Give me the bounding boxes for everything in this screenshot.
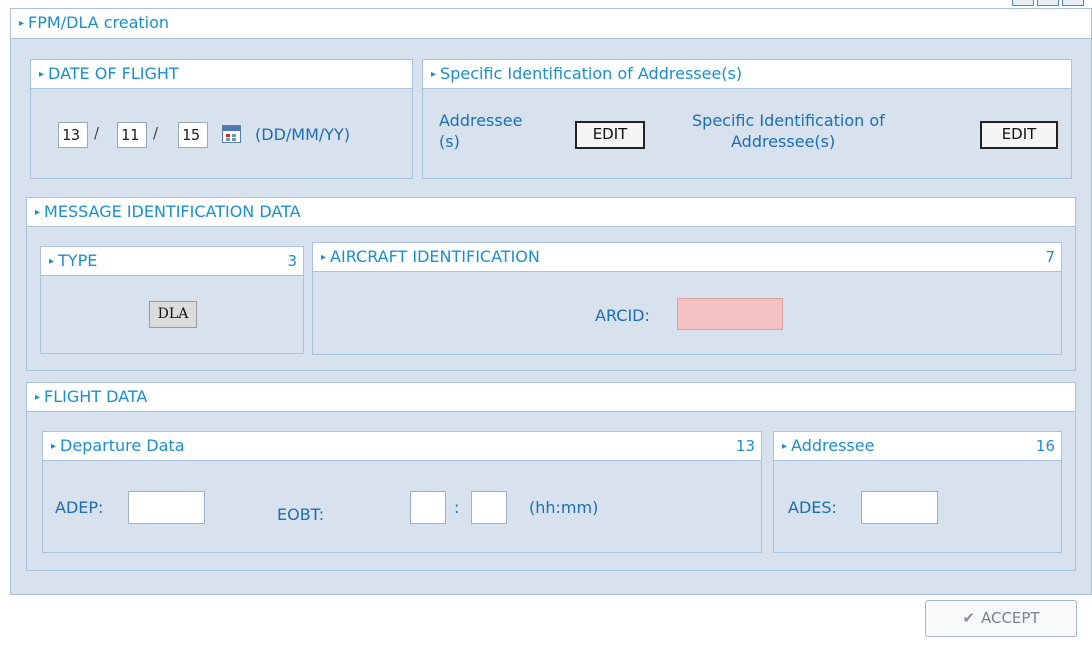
- accept-button[interactable]: ✔ ACCEPT: [925, 600, 1077, 637]
- aircraft-identification-panel: ▸ AIRCRAFT IDENTIFICATION 7 ARCID:: [312, 242, 1062, 355]
- eobt-format-label: (hh:mm): [529, 498, 599, 517]
- day-field[interactable]: 13: [58, 122, 88, 148]
- date-format-label: (DD/MM/YY): [255, 125, 351, 144]
- destination-field-number: 16: [1035, 437, 1055, 455]
- type-header: ▸ TYPE 3: [41, 247, 303, 276]
- addressee-label-line2: (s): [439, 132, 460, 151]
- type-field-number: 3: [287, 252, 297, 270]
- flight-data-title: FLIGHT DATA: [44, 387, 148, 406]
- departure-field-number: 13: [735, 437, 755, 455]
- chevron-right-icon: ▸: [431, 69, 437, 80]
- chevron-right-icon: ▸: [35, 392, 41, 403]
- chevron-right-icon: ▸: [35, 207, 41, 218]
- aircraft-identification-header: ▸ AIRCRAFT IDENTIFICATION 7: [313, 243, 1061, 272]
- departure-data-header: ▸ Departure Data 13: [43, 432, 761, 461]
- chevron-right-icon: ▸: [321, 252, 327, 263]
- adep-label: ADEP:: [55, 498, 104, 517]
- eobt-hours-input[interactable]: [410, 491, 446, 524]
- chevron-right-icon: ▸: [782, 441, 788, 452]
- destination-panel: ▸ Addressee 16 ADES:: [773, 431, 1062, 553]
- eobt-minutes-input[interactable]: [471, 491, 507, 524]
- addressee-label-line1: Addressee: [439, 111, 523, 130]
- chevron-right-icon: ▸: [19, 18, 25, 29]
- window-header: ▸ FPM/DLA creation: [11, 9, 1091, 39]
- arcid-label: ARCID:: [595, 306, 650, 325]
- type-panel: ▸ TYPE 3 DLA: [40, 246, 304, 354]
- edit-addressee-button[interactable]: EDIT: [575, 121, 645, 149]
- addressees-title: Specific Identification of Addressee(s): [440, 64, 743, 83]
- ades-label: ADES:: [788, 498, 837, 517]
- arcid-input[interactable]: [677, 298, 783, 330]
- chevron-right-icon: ▸: [51, 441, 57, 452]
- year-field[interactable]: 15: [178, 122, 208, 148]
- ades-input[interactable]: [861, 491, 938, 524]
- aircraft-field-number: 7: [1045, 248, 1055, 266]
- departure-data-title: Departure Data: [60, 436, 185, 455]
- aircraft-identification-title: AIRCRAFT IDENTIFICATION: [330, 247, 540, 266]
- specific-id-label-line2: Addressee(s): [731, 132, 836, 151]
- eobt-colon: :: [454, 498, 460, 517]
- edit-specific-id-button[interactable]: EDIT: [980, 121, 1058, 149]
- departure-data-panel: ▸ Departure Data 13 ADEP: EOBT: : (hh:mm): [42, 431, 762, 553]
- window-button-1[interactable]: [1012, 0, 1034, 6]
- window-title: FPM/DLA creation: [28, 13, 170, 32]
- message-identification-header: ▸ MESSAGE IDENTIFICATION DATA: [27, 198, 1075, 227]
- adep-input[interactable]: [128, 491, 205, 524]
- destination-title: Addressee: [791, 436, 875, 455]
- destination-header: ▸ Addressee 16: [774, 432, 1061, 461]
- date-separator: /: [153, 124, 159, 142]
- type-title: TYPE: [58, 251, 98, 270]
- specific-id-label-line1: Specific Identification of: [692, 111, 885, 130]
- month-field[interactable]: 11: [117, 122, 147, 148]
- addressees-header: ▸ Specific Identification of Addressee(s): [423, 60, 1071, 89]
- window-button-2[interactable]: [1037, 0, 1059, 6]
- window-button-3[interactable]: [1062, 0, 1084, 6]
- chevron-right-icon: ▸: [49, 256, 55, 267]
- eobt-label: EOBT:: [277, 505, 325, 524]
- accept-label: ACCEPT: [980, 609, 1040, 627]
- addressees-panel: ▸ Specific Identification of Addressee(s)…: [422, 59, 1072, 179]
- check-icon: ✔: [962, 609, 975, 627]
- date-separator: /: [94, 124, 100, 142]
- date-of-flight-header: ▸ DATE OF FLIGHT: [31, 60, 412, 89]
- date-of-flight-panel: ▸ DATE OF FLIGHT 13 / 11 / 15 (DD/MM/YY): [30, 59, 413, 179]
- calendar-icon[interactable]: [222, 125, 241, 143]
- date-of-flight-title: DATE OF FLIGHT: [48, 64, 179, 83]
- chevron-right-icon: ▸: [39, 69, 45, 80]
- flight-data-header: ▸ FLIGHT DATA: [27, 383, 1075, 412]
- type-value-button[interactable]: DLA: [149, 301, 197, 328]
- message-identification-title: MESSAGE IDENTIFICATION DATA: [44, 202, 301, 221]
